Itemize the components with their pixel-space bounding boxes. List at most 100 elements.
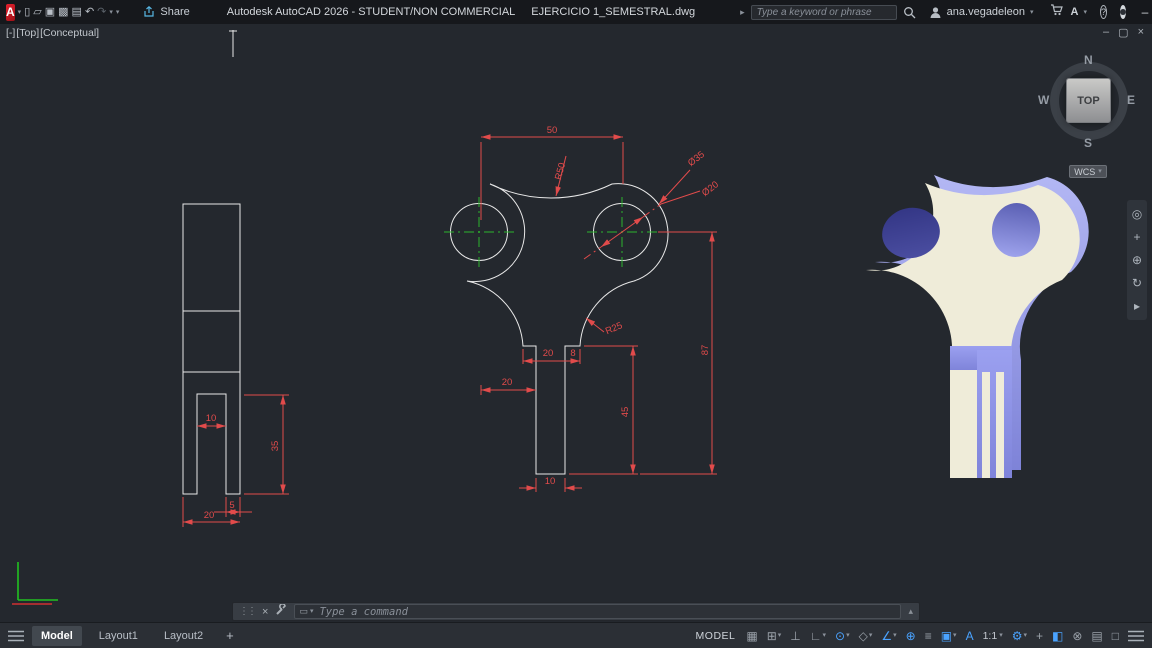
assistant-button[interactable] [1119, 5, 1126, 19]
infer-constraints-icon: ⊥ [790, 628, 801, 643]
open-file-button[interactable]: ▱ [33, 4, 41, 21]
search-icon[interactable] [903, 6, 916, 19]
snap-icon: ⊞ [766, 628, 777, 643]
wcs-dropdown[interactable]: WCS ▾ [1069, 165, 1107, 178]
tab-layout2[interactable]: Layout2 [155, 626, 212, 646]
customize-statusbar-icon[interactable] [1128, 630, 1144, 642]
command-input-field[interactable]: ▭ ▾ [294, 604, 902, 619]
user-icon [930, 6, 941, 18]
steering-wheel-icon[interactable]: ◎ [1132, 207, 1142, 221]
viewcube-north-label[interactable]: N [1084, 53, 1093, 67]
drawing-canvas[interactable]: 10 35 5 20 50 R50 Ø35 Ø20 R25 20 8 20 45… [0, 24, 1152, 622]
command-line-grip[interactable]: ⋮ ⋮ [239, 606, 257, 617]
plan-view-dimensions[interactable]: 50 R50 Ø35 Ø20 R25 20 8 20 45 87 10 [480, 125, 721, 492]
grid-toggle[interactable]: ▦ [746, 630, 757, 642]
viewport-view-control[interactable]: [Top] [16, 27, 39, 39]
object-snap-toggle[interactable]: ⊙ ▾ [835, 630, 850, 642]
3d-model[interactable] [866, 175, 1089, 478]
space-toggle[interactable]: MODEL [696, 630, 736, 642]
customize-command-line-button[interactable] [275, 602, 287, 621]
isodraft-toggle[interactable]: ◇ ▾ [859, 630, 873, 642]
redo-button[interactable]: ↷ [97, 4, 106, 21]
window-minimize-button[interactable]: – [1129, 0, 1152, 24]
plot-button[interactable]: ▤ [72, 4, 82, 21]
selection-cycling-caret-icon[interactable]: ▾ [953, 632, 957, 639]
annotation-monitor-toggle[interactable]: + [1036, 630, 1043, 642]
graphics-performance-toggle[interactable]: ⊗ [1072, 630, 1082, 642]
clean-screen-toggle[interactable]: □ [1112, 630, 1119, 642]
annotation-scale-dropdown[interactable]: 1:1 ▾ [983, 630, 1003, 642]
polar-caret-icon[interactable]: ▾ [893, 632, 897, 639]
ortho-caret-icon[interactable]: ▾ [823, 632, 827, 639]
annotation-visibility-toggle[interactable]: A [966, 630, 974, 642]
grip-dots-icon: ⋮ [247, 606, 257, 617]
command-history-scroll-icon[interactable]: ▴ [908, 606, 913, 617]
object-snap-caret-icon[interactable]: ▾ [846, 632, 850, 639]
assistant-icon [1119, 9, 1126, 15]
3d-stem-rib-left [982, 372, 990, 478]
graphics-performance-icon: ⊗ [1072, 628, 1083, 643]
zoom-icon[interactable]: ⊕ [1132, 253, 1142, 267]
search-input[interactable] [750, 4, 897, 20]
viewcube-east-label[interactable]: E [1127, 93, 1135, 107]
infer-constraints-toggle[interactable]: ⊥ [790, 630, 800, 642]
wrench-icon [276, 602, 287, 615]
model-space: 10 35 5 20 50 R50 Ø35 Ø20 R25 20 8 20 45… [12, 30, 1089, 605]
recent-commands-button[interactable]: ▭ ▾ [299, 606, 313, 617]
orbit-icon[interactable]: ↻ [1132, 276, 1142, 290]
recent-commands-icon: ▭ [299, 606, 308, 616]
viewcube-south-label[interactable]: S [1084, 136, 1092, 150]
undo-button[interactable]: ↶ [85, 4, 94, 21]
account-menu[interactable]: ana.vegadeleon ▾ [929, 6, 1033, 19]
isolate-objects-button[interactable]: ◧ [1052, 630, 1063, 642]
redo-caret-icon[interactable]: ▾ [109, 9, 113, 16]
menu-icon[interactable] [8, 630, 24, 642]
snap-tracking-toggle[interactable]: ⊕ [906, 630, 916, 642]
plan-view-geometry[interactable] [450, 183, 669, 475]
command-line-close-button[interactable]: × [262, 606, 268, 618]
new-file-button[interactable]: ▯ [24, 4, 30, 21]
viewcube-top-face[interactable]: TOP [1077, 95, 1099, 107]
pan-icon[interactable]: + [1133, 230, 1140, 244]
viewcube-west-label[interactable]: W [1038, 93, 1049, 107]
autodesk-access-menu[interactable]: A ▾ [1070, 6, 1086, 18]
doc-restore-button[interactable]: ▢ [1118, 26, 1128, 39]
workspace-switching-button[interactable]: ⚙ ▾ [1012, 630, 1027, 642]
ortho-toggle[interactable]: ∟ ▾ [810, 630, 826, 642]
selection-cycling-toggle[interactable]: ▣ ▾ [941, 630, 957, 642]
qat-customize-caret-icon[interactable]: ▾ [116, 9, 120, 16]
doc-minimize-button[interactable]: – [1103, 26, 1109, 39]
dim-stem-height: 45 [620, 407, 631, 418]
save-button[interactable]: ▣ [45, 4, 55, 21]
viewport-controls: [-] [Top] [Conceptual] [6, 27, 99, 39]
isodraft-caret-icon[interactable]: ▾ [869, 632, 873, 639]
workspace-caret-icon[interactable]: ▾ [1023, 632, 1027, 639]
snap-toggle[interactable]: ⊞ ▾ [767, 630, 782, 642]
polar-tracking-toggle[interactable]: ∠ ▾ [881, 630, 896, 642]
command-input[interactable] [317, 604, 897, 619]
app-logo[interactable]: A [6, 3, 15, 21]
left-view-geometry[interactable] [182, 203, 241, 495]
viewcube[interactable]: TOP [1066, 78, 1111, 123]
tab-model[interactable]: Model [32, 625, 82, 646]
left-view-dimensions[interactable]: 10 35 5 20 [182, 394, 289, 527]
showmotion-icon[interactable]: ▸ [1134, 299, 1140, 313]
quick-properties-toggle[interactable]: ▤ [1091, 630, 1102, 642]
viewport-menu-control[interactable]: [-] [6, 27, 15, 39]
doc-close-button[interactable]: × [1138, 26, 1144, 39]
tab-layout1[interactable]: Layout1 [90, 626, 147, 646]
snap-caret-icon[interactable]: ▾ [778, 632, 782, 639]
command-line-bar[interactable]: ⋮⋮ × ▭ ▾ ▴ [232, 602, 920, 621]
save-as-button[interactable]: ▩ [58, 4, 68, 21]
navigation-bar: ◎ + ⊕ ↻ ▸ [1127, 200, 1147, 320]
share-button[interactable]: Share [143, 6, 190, 18]
new-layout-button[interactable]: + [220, 628, 240, 643]
search-expand-icon[interactable]: ▸ [740, 7, 745, 18]
app-store-button[interactable] [1050, 3, 1064, 21]
lineweight-toggle[interactable]: ≡ [925, 630, 932, 642]
annotation-scale-value: 1:1 [982, 629, 998, 642]
app-menu-caret-icon[interactable]: ▾ [18, 9, 22, 16]
help-button[interactable]: ? [1099, 5, 1107, 19]
viewport-visual-style-control[interactable]: [Conceptual] [40, 27, 99, 39]
construction-line[interactable] [229, 30, 237, 57]
